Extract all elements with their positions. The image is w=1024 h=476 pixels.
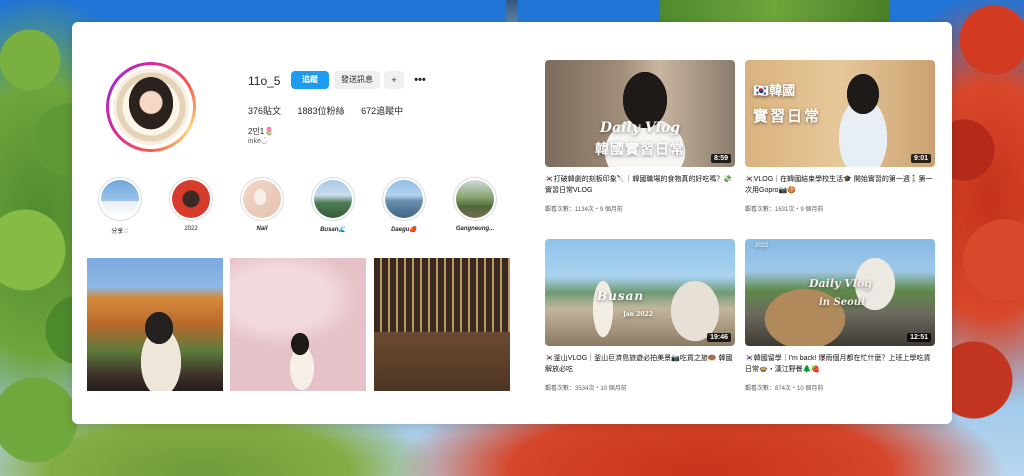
video-thumbnail[interactable]: 2022 Daily Vlog in Seoul 12:51 [745, 239, 935, 346]
following-count[interactable]: 672追蹤中 [361, 104, 403, 117]
background-tower [506, 0, 518, 22]
video-thumbnail[interactable]: Daily Vlog 韓國實習日常 8:59 [545, 60, 735, 167]
video-thumbnail[interactable]: Busan Jan 2022 19:46 [545, 239, 735, 346]
more-options-button[interactable]: ••• [411, 71, 429, 89]
highlight-ring [311, 177, 355, 221]
thumbnail-overlay-text: 實習日常 [753, 107, 822, 125]
profile-avatar-frame [109, 65, 193, 149]
highlight-label: 2022 [184, 226, 198, 232]
highlight-gangneung[interactable]: Gangneung... [451, 177, 499, 232]
highlight-ring [240, 177, 284, 221]
video-duration: 8:59 [710, 154, 731, 163]
post-thumbnail-autumn[interactable] [87, 258, 223, 391]
video-meta: 觀看次數：874次・10 個月前 [745, 386, 824, 392]
thumbnail-overlay-text: 🇰🇷韓國 [753, 84, 796, 99]
message-button[interactable]: 發送訊息 [334, 71, 380, 89]
post-thumbnail-cafe[interactable] [374, 258, 510, 391]
collage-card: 11o_5 追蹤 發送訊息 + ••• 376貼文 1883位粉絲 672追蹤中… [72, 22, 952, 424]
highlight-2022[interactable]: 2022 [167, 177, 215, 232]
follow-button[interactable]: 追蹤 [291, 71, 329, 89]
highlight-label: 分享♡ [111, 229, 129, 235]
video-duration: 19:46 [707, 333, 731, 342]
thumbnail-overlay-text: Daily Vlog [599, 120, 681, 136]
video-title[interactable]: 🇰🇷釜山VLOG｜釜山巨濟島旅遊必拍美景📷吃貨之旅🍩 韓國解放必吃 [545, 353, 735, 375]
followers-count[interactable]: 1883位粉絲 [298, 104, 345, 117]
video-meta: 觀看次數：1134次・9 個月前 [545, 207, 623, 213]
thumbnail-overlay-text: in Seoul [819, 297, 865, 308]
video-meta: 觀看次數：3534次・10 個月前 [545, 386, 627, 392]
video-title[interactable]: 🇰🇷VLOG｜在韓國結束學校生活🎓 開始實習的第一週🚶第一次用Gopro📷🍪 [745, 174, 935, 196]
highlight-ring [169, 177, 213, 221]
highlight-label: Gangneung... [455, 226, 495, 232]
highlight-label: Nail [256, 226, 268, 232]
profile-avatar [113, 69, 189, 145]
highlight-nail[interactable]: Nail [238, 177, 286, 232]
highlight-thumbnail [243, 180, 281, 218]
highlight-thumbnail [314, 180, 352, 218]
video-meta: 觀看次數：1631次・9 個月前 [745, 207, 824, 213]
thumbnail-overlay-text: Daily Vlog [809, 277, 872, 290]
profile-avatar-ring[interactable] [106, 62, 196, 152]
add-user-button[interactable]: + [384, 71, 404, 89]
thumbnail-overlay-text: 2022 [755, 243, 769, 249]
video-thumbnail[interactable]: 🇰🇷韓國 實習日常 9:01 [745, 60, 935, 167]
more-dots-icon: ••• [414, 74, 426, 86]
highlight-busan[interactable]: Busan🌊 [309, 177, 357, 233]
thumbnail-overlay-text: Busan [597, 289, 645, 303]
video-title[interactable]: 🇰🇷打破韓劇的刻板印象🔪｜韓國職場的食物真的好吃嗎？💸實習日常VLOG [545, 174, 735, 196]
video-duration: 9:01 [910, 154, 931, 163]
add-user-icon: + [391, 75, 397, 85]
video-title[interactable]: 🇰🇷韓國留學｜I'm back! 爆雨個月都在忙什麼？上班上學吃貨日常🍲・漢江野… [745, 353, 935, 375]
highlight-ring [453, 177, 497, 221]
highlight-thumbnail [101, 180, 139, 218]
profile-stats: 376貼文 1883位粉絲 672追蹤中 [248, 104, 417, 117]
highlight-label: Daegu🍎 [391, 227, 417, 233]
highlight-thumbnail [456, 180, 494, 218]
highlight-label: Busan🌊 [320, 227, 346, 233]
background-top-foliage [660, 0, 890, 22]
highlight-thumbnail [385, 180, 423, 218]
highlight-thumbnail [172, 180, 210, 218]
post-thumbnail-cherry-blossom[interactable] [230, 258, 366, 391]
thumbnail-overlay-text: Jan 2022 [623, 311, 653, 318]
highlight-ring [382, 177, 426, 221]
posts-count: 376貼文 [248, 106, 282, 116]
video-duration: 12:51 [907, 333, 931, 342]
thumbnail-overlay-text: 韓國實習日常 [595, 142, 685, 158]
highlight-daegu[interactable]: Daegu🍎 [380, 177, 428, 233]
profile-username: 11o_5 [248, 74, 281, 88]
highlight-share[interactable]: 分享♡ [96, 177, 144, 235]
profile-bio-name: 2민1🌷 [248, 127, 275, 136]
highlight-ring [98, 177, 142, 221]
profile-bio-text: inke◡̈ [248, 138, 267, 145]
